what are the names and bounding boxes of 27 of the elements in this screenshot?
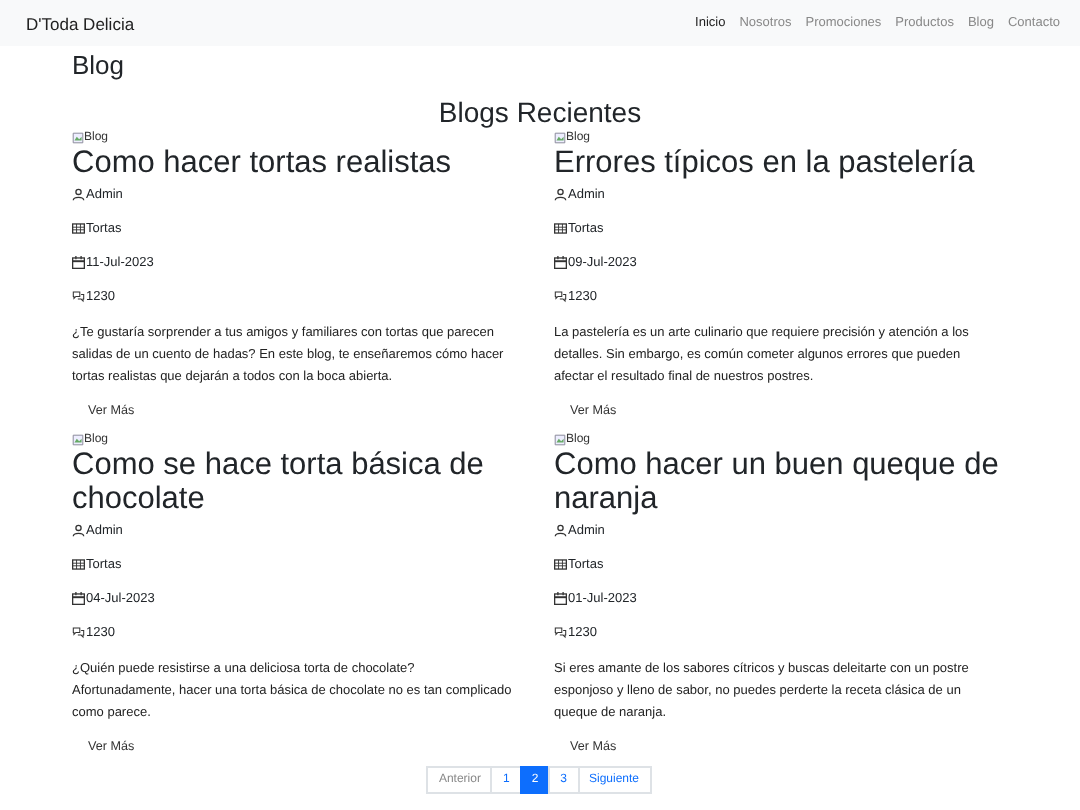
- table-icon: [554, 558, 567, 572]
- post-title: Como hacer tortas realistas: [72, 146, 454, 180]
- calendar-icon: [72, 256, 85, 270]
- brand-logo-text[interactable]: D'Toda Delicia: [26, 13, 135, 33]
- person-icon: [554, 524, 567, 538]
- post-title: Como se hace torta básica de chocolate: [72, 448, 486, 516]
- post-title: Errores típicos en la pastelería: [554, 146, 977, 180]
- calendar-icon: [72, 592, 85, 606]
- broken-image-icon: [72, 131, 84, 143]
- calendar-icon: [554, 256, 567, 270]
- calendar-icon: [554, 592, 567, 606]
- table-icon: [72, 558, 85, 572]
- page-title: Blog: [72, 50, 127, 80]
- person-icon: [554, 188, 567, 202]
- broken-image-icon: [554, 433, 566, 445]
- comments-icon: [554, 626, 567, 640]
- broken-image-icon: [72, 433, 84, 445]
- post-title: Como hacer un buen queque de naranja: [554, 448, 1001, 516]
- section-title: Blogs Recientes: [436, 96, 644, 128]
- person-icon: [72, 524, 85, 538]
- comments-icon: [72, 290, 85, 304]
- table-icon: [72, 222, 85, 236]
- comments-icon: [554, 290, 567, 304]
- comments-icon: [72, 626, 85, 640]
- broken-image-icon: [554, 131, 566, 143]
- table-icon: [554, 222, 567, 236]
- person-icon: [72, 188, 85, 202]
